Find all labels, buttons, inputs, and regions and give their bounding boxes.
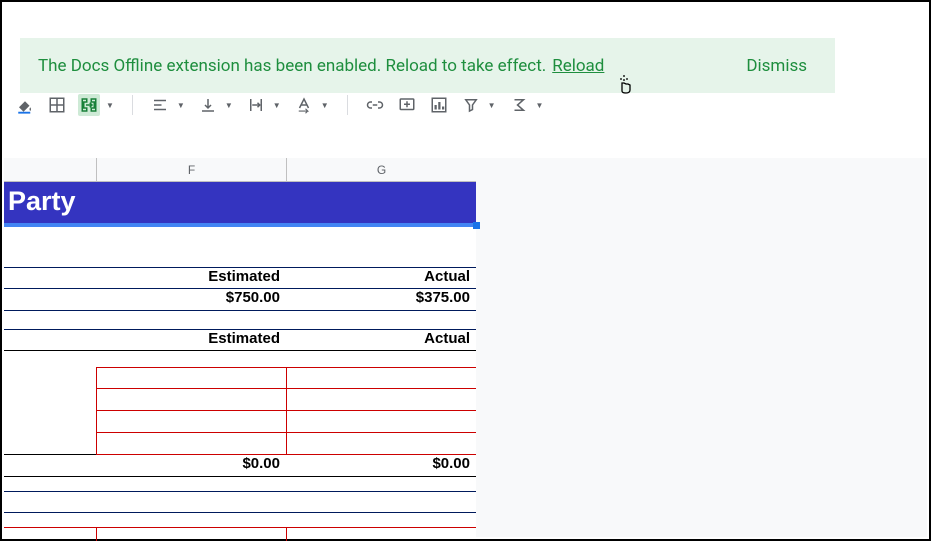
dropdown-icon[interactable]: ▼	[106, 101, 114, 110]
cell-total-actual: $0.00	[286, 455, 476, 476]
dropdown-icon[interactable]: ▼	[177, 101, 185, 110]
grid-cell[interactable]	[96, 527, 286, 541]
grid-cell[interactable]	[286, 527, 476, 541]
offline-notification: The Docs Offline extension has been enab…	[20, 38, 835, 93]
spreadsheet-area: F G Party Estimated Actual $750.00 $375.…	[4, 158, 927, 537]
comment-icon[interactable]	[396, 94, 418, 116]
cursor-pointer-icon	[619, 74, 635, 99]
header-row-2[interactable]: Estimated Actual	[4, 329, 476, 351]
row-spacer[interactable]	[4, 477, 476, 491]
bottom-grid-row[interactable]	[4, 527, 476, 541]
grid-cell[interactable]	[96, 367, 286, 389]
borders-icon[interactable]	[46, 94, 68, 116]
reload-link[interactable]: Reload	[552, 56, 604, 76]
cell-estimated-value: $750.00	[96, 289, 286, 310]
wrap-text-icon[interactable]	[245, 94, 267, 116]
col-g[interactable]: G	[286, 158, 476, 181]
column-headers: F G	[4, 158, 476, 182]
separator	[347, 95, 348, 115]
header-row-1[interactable]: Estimated Actual	[4, 267, 476, 289]
grid-cell[interactable]	[286, 367, 476, 389]
sheet[interactable]: F G Party Estimated Actual $750.00 $375.…	[4, 158, 476, 537]
grid-cell[interactable]	[286, 433, 476, 455]
separator	[132, 95, 133, 115]
toolbar: ▼ ▼ ▼ ▼ ▼ ▼ ▼	[14, 93, 545, 117]
functions-icon[interactable]	[508, 94, 530, 116]
values-row-1[interactable]: $750.00 $375.00	[4, 289, 476, 311]
blank-panel	[476, 158, 927, 537]
grid-cell[interactable]	[286, 389, 476, 411]
cell-actual-header-2: Actual	[286, 330, 476, 350]
dismiss-button[interactable]: Dismiss	[746, 56, 817, 76]
filter-icon[interactable]	[460, 94, 482, 116]
cell-actual-value: $375.00	[286, 289, 476, 310]
title-row[interactable]: Party	[4, 182, 476, 227]
dropdown-icon[interactable]: ▼	[488, 101, 496, 110]
row-spacer[interactable]	[4, 513, 476, 527]
grid-cell[interactable]	[286, 411, 476, 433]
cell-estimated-header-2: Estimated	[96, 330, 286, 350]
merge-cells-icon[interactable]	[78, 94, 100, 116]
h-align-icon[interactable]	[149, 94, 171, 116]
row-spacer[interactable]	[4, 351, 476, 367]
notification-message: The Docs Offline extension has been enab…	[38, 56, 546, 76]
grid-cell[interactable]	[96, 389, 286, 411]
cell-actual-header: Actual	[286, 268, 476, 288]
entry-grid[interactable]	[4, 367, 476, 455]
sheet-title: Party	[4, 186, 76, 216]
cell-estimated-header: Estimated	[96, 268, 286, 288]
row-spacer[interactable]	[4, 311, 476, 329]
dropdown-icon[interactable]: ▼	[225, 101, 233, 110]
dropdown-icon[interactable]: ▼	[536, 101, 544, 110]
grid-cell[interactable]	[96, 433, 286, 455]
row-spacer[interactable]	[4, 227, 476, 267]
totals-row[interactable]: $0.00 $0.00	[4, 455, 476, 477]
dropdown-icon[interactable]: ▼	[273, 101, 281, 110]
rotate-text-icon[interactable]	[293, 94, 315, 116]
paint-bucket-icon[interactable]	[14, 94, 36, 116]
row-spacer-lined[interactable]	[4, 491, 476, 513]
v-align-icon[interactable]	[197, 94, 219, 116]
grid-cell[interactable]	[96, 411, 286, 433]
link-icon[interactable]	[364, 94, 386, 116]
cell-total-estimated: $0.00	[96, 455, 286, 476]
dropdown-icon[interactable]: ▼	[321, 101, 329, 110]
col-f[interactable]: F	[96, 158, 286, 181]
chart-icon[interactable]	[428, 94, 450, 116]
col-blank[interactable]	[4, 158, 96, 181]
